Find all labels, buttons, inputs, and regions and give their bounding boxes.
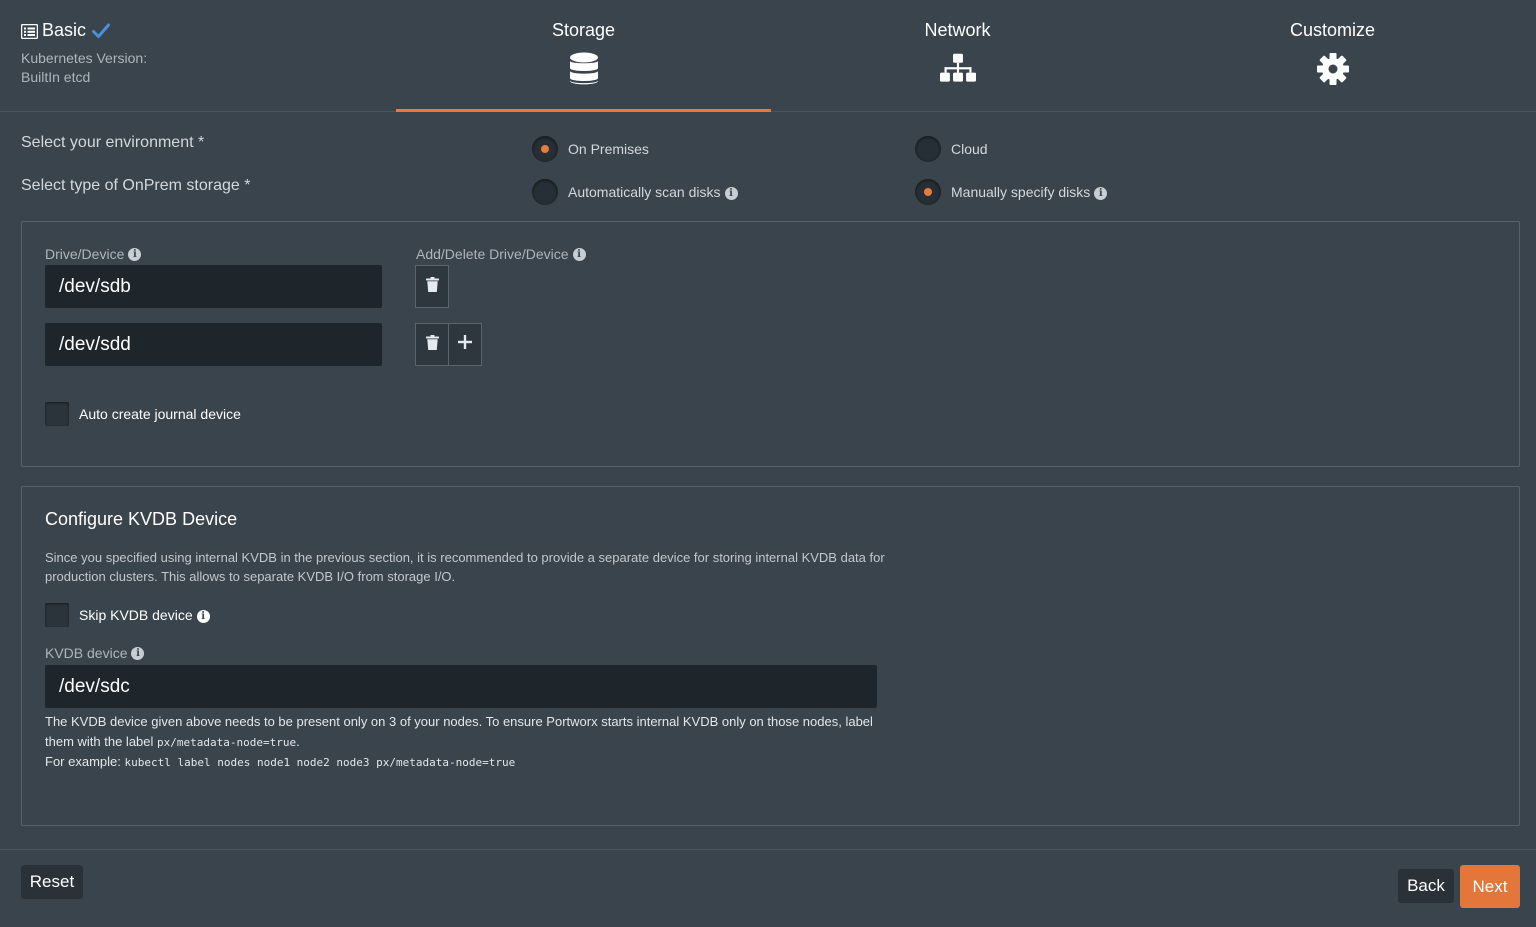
trash-icon [425, 334, 439, 355]
network-icon [939, 51, 976, 87]
radio-cloud-label: Cloud [951, 141, 988, 157]
check-icon [92, 23, 111, 39]
add-delete-label: Add/Delete Drive/Device i [416, 246, 586, 262]
back-button[interactable]: Back [1398, 869, 1454, 903]
info-icon[interactable]: i [572, 247, 586, 261]
kubernetes-version-label: Kubernetes Version: [21, 50, 148, 66]
skip-kvdb-row[interactable]: Skip KVDB device i [45, 603, 210, 627]
radio-dot [915, 136, 941, 162]
drive-device-label: Drive/Device i [45, 246, 142, 262]
kvdb-note: The KVDB device given above needs to be … [45, 712, 885, 773]
drive-input-2[interactable]: /dev/sdd [45, 323, 382, 366]
next-button[interactable]: Next [1460, 865, 1520, 908]
drive-input-1[interactable]: /dev/sdb [45, 265, 382, 308]
gear-icon [1315, 51, 1351, 87]
info-icon[interactable]: i [131, 646, 145, 660]
radio-on-premises[interactable]: On Premises [532, 136, 649, 162]
list-icon [20, 23, 39, 40]
example-code: kubectl label nodes node1 node2 node3 px… [124, 756, 516, 769]
etcd-label: BuiltIn etcd [21, 69, 91, 85]
wizard-header: Basic Kubernetes Version: BuiltIn etcd S… [0, 0, 1536, 112]
info-icon[interactable]: i [724, 186, 738, 200]
step-basic[interactable]: Basic Kubernetes Version: BuiltIn etcd [20, 20, 147, 87]
step-customize[interactable]: Customize [1145, 0, 1520, 112]
trash-icon [425, 276, 439, 297]
kvdb-device-input[interactable]: /dev/sdc [45, 665, 877, 708]
kvdb-title: Configure KVDB Device [45, 509, 238, 529]
footer-divider [0, 849, 1536, 850]
kvdb-note-period: . [296, 733, 300, 749]
radio-dot [532, 136, 558, 162]
radio-manual-disks-label: Manually specify disks i [951, 184, 1108, 200]
journal-checkbox[interactable] [45, 402, 69, 426]
storage-type-label: Select type of OnPrem storage * [21, 177, 251, 194]
plus-icon [458, 335, 472, 354]
basic-title-row: Basic [20, 20, 147, 41]
radio-manual-disks[interactable]: Manually specify disks i [915, 179, 1108, 205]
kvdb-description: Since you specified using internal KVDB … [45, 550, 885, 584]
info-icon[interactable]: i [128, 247, 142, 261]
journal-checkbox-row[interactable]: Auto create journal device [45, 402, 241, 426]
info-icon[interactable]: i [196, 609, 210, 623]
radio-cloud[interactable]: Cloud [915, 136, 988, 162]
journal-checkbox-label: Auto create journal device [79, 406, 241, 422]
basic-title: Basic [42, 20, 87, 40]
skip-kvdb-label: Skip KVDB device i [79, 607, 210, 623]
kvdb-device-label: KVDB device i [45, 645, 145, 661]
step-network[interactable]: Network [770, 0, 1145, 112]
radio-auto-scan[interactable]: Automatically scan disks i [532, 179, 738, 205]
example-prefix: For example: [45, 754, 121, 769]
delete-drive-button-2[interactable] [415, 323, 449, 366]
radio-on-premises-label: On Premises [568, 141, 649, 157]
reset-button[interactable]: Reset [21, 865, 83, 899]
step-storage[interactable]: Storage [396, 0, 771, 112]
basic-summary: Kubernetes Version: BuiltIn etcd [21, 49, 147, 87]
radio-dot [915, 179, 941, 205]
kvdb-panel: Configure KVDB Device Since you specifie… [21, 486, 1520, 826]
step-network-label: Network [924, 20, 991, 40]
step-storage-label: Storage [551, 20, 616, 40]
add-drive-button[interactable] [448, 323, 482, 366]
radio-auto-scan-label: Automatically scan disks i [568, 184, 738, 200]
info-icon[interactable]: i [1094, 186, 1108, 200]
step-customize-label: Customize [1289, 20, 1376, 40]
skip-kvdb-checkbox[interactable] [45, 603, 69, 627]
database-icon [566, 51, 602, 87]
kvdb-note-code: px/metadata-node=true [157, 735, 297, 749]
environment-label: Select your environment * [21, 134, 205, 151]
drives-panel: Drive/Device i Add/Delete Drive/Device i /… [21, 221, 1520, 467]
delete-drive-button-1[interactable] [415, 265, 449, 308]
radio-dot [532, 179, 558, 205]
